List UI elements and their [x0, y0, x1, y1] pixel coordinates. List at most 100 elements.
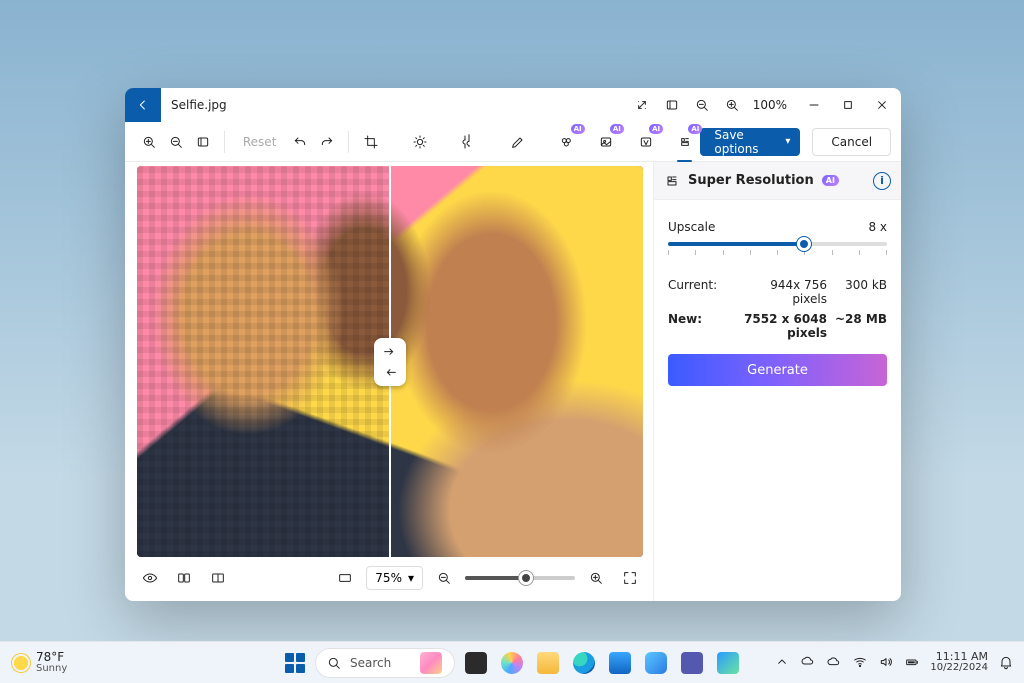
zoom-percent: 100%: [747, 98, 793, 112]
upscale-value: 8 x: [868, 220, 887, 234]
upscale-control: Upscale 8 x: [668, 220, 887, 256]
store-icon[interactable]: [605, 648, 635, 678]
current-size: 300 kB: [835, 278, 887, 306]
erase-tool[interactable]: AI: [556, 128, 579, 156]
visibility-icon[interactable]: [137, 565, 163, 591]
slider-ticks: [668, 250, 887, 256]
ai-badge: AI: [610, 124, 624, 134]
super-resolution-panel: Super Resolution AI i Upscale 8 x: [653, 162, 901, 601]
file-name: Selfie.jpg: [171, 98, 227, 112]
info-icon[interactable]: i: [873, 172, 891, 190]
app-icon[interactable]: [641, 648, 671, 678]
markup-tool[interactable]: [507, 128, 530, 156]
system-tray: 11:11 AM 10/22/2024: [774, 651, 1024, 673]
copilot-icon[interactable]: [497, 648, 527, 678]
image-canvas[interactable]: [137, 166, 643, 557]
expand-diagonal-icon[interactable]: [627, 90, 657, 120]
file-explorer-icon[interactable]: [533, 648, 563, 678]
editor-body: 75% ▾ Super Resolution AI i: [125, 162, 901, 601]
zoom-in-icon[interactable]: [717, 90, 747, 120]
zoom-slider[interactable]: [465, 576, 575, 580]
ai-badge: AI: [649, 124, 663, 134]
new-size: ~28 MB: [835, 312, 887, 340]
taskbar: 78°F Sunny Search 11:11 AM 10/22/2024: [0, 641, 1024, 683]
upscale-label: Upscale: [668, 220, 715, 234]
panel-header: Super Resolution AI i: [654, 162, 901, 200]
zoom-out-tool[interactable]: [164, 128, 187, 156]
undo-icon[interactable]: [288, 128, 311, 156]
panel-title: Super Resolution: [688, 173, 814, 188]
filter-tool[interactable]: [457, 128, 480, 156]
ai-badge: AI: [822, 175, 839, 186]
photos-app-icon[interactable]: [713, 648, 743, 678]
battery-icon[interactable]: [904, 654, 920, 670]
sun-icon: [12, 654, 30, 672]
upscale-slider[interactable]: [668, 242, 887, 246]
clock-date: 10/22/2024: [930, 663, 988, 674]
onedrive-icon[interactable]: [800, 654, 816, 670]
window-maximize[interactable]: [831, 90, 865, 120]
compare-handle[interactable]: [374, 338, 406, 386]
zoom-in-tool[interactable]: [137, 128, 160, 156]
before-pixelated-half: [137, 166, 390, 557]
zoom-dropdown[interactable]: 75% ▾: [366, 566, 423, 590]
save-options-button[interactable]: Save options ▾: [700, 128, 800, 156]
notifications-icon[interactable]: [998, 654, 1014, 670]
weather-widget[interactable]: 78°F Sunny: [0, 651, 67, 674]
new-label: New:: [668, 312, 728, 340]
window-close[interactable]: [865, 90, 899, 120]
edge-icon[interactable]: [569, 648, 599, 678]
edit-toolbar: Reset AI AI AI AI Save options ▾ Cancel: [125, 122, 901, 162]
search-icon: [326, 655, 342, 671]
weather-temp: 78°F: [36, 651, 67, 664]
super-resolution-tool[interactable]: AI: [673, 128, 696, 156]
zoom-out-icon[interactable]: [687, 90, 717, 120]
chevron-down-icon: ▾: [785, 136, 790, 147]
new-pixels: 7552 x 6048 pixels: [736, 312, 827, 340]
cancel-button[interactable]: Cancel: [812, 128, 891, 156]
background-tool[interactable]: AI: [595, 128, 618, 156]
save-options-label: Save options: [714, 128, 775, 156]
titlebar: Selfie.jpg 100%: [125, 88, 901, 122]
volume-icon[interactable]: [878, 654, 894, 670]
generate-button[interactable]: Generate: [668, 354, 887, 386]
taskbar-search[interactable]: Search: [315, 648, 455, 678]
weather-desc: Sunny: [36, 664, 67, 675]
fit-screen-icon[interactable]: [657, 90, 687, 120]
panel-body: Upscale 8 x Current: 944x 756 pixels 300…: [654, 200, 901, 400]
adjust-tool[interactable]: [408, 128, 431, 156]
ai-badge: AI: [688, 124, 702, 134]
zoom-out-bottom[interactable]: [431, 565, 457, 591]
retouch-tool[interactable]: AI: [634, 128, 657, 156]
compare-icon[interactable]: [171, 565, 197, 591]
crop-tool[interactable]: [359, 128, 382, 156]
aspect-icon[interactable]: [332, 565, 358, 591]
canvas-bottombar: 75% ▾: [137, 557, 643, 593]
split-view-icon[interactable]: [205, 565, 231, 591]
dimension-info: Current: 944x 756 pixels 300 kB New: 755…: [668, 278, 887, 340]
window-minimize[interactable]: [797, 90, 831, 120]
start-button[interactable]: [281, 649, 309, 677]
reset-button[interactable]: Reset: [235, 128, 285, 156]
chevron-down-icon: ▾: [408, 571, 414, 585]
fullscreen-icon[interactable]: [617, 565, 643, 591]
search-highlight-icon: [420, 652, 442, 674]
super-resolution-icon: [664, 173, 680, 189]
cloud-icon[interactable]: [826, 654, 842, 670]
back-button[interactable]: [125, 88, 161, 122]
zoom-in-bottom[interactable]: [583, 565, 609, 591]
teams-icon[interactable]: [677, 648, 707, 678]
current-label: Current:: [668, 278, 728, 306]
search-placeholder: Search: [350, 656, 391, 670]
current-pixels: 944x 756 pixels: [736, 278, 827, 306]
redo-icon[interactable]: [315, 128, 338, 156]
clock[interactable]: 11:11 AM 10/22/2024: [930, 651, 988, 673]
tray-chevron-icon[interactable]: [774, 654, 790, 670]
photos-edit-window: Selfie.jpg 100% Reset AI AI A: [125, 88, 901, 601]
wifi-icon[interactable]: [852, 654, 868, 670]
canvas-column: 75% ▾: [125, 162, 653, 601]
task-view-icon[interactable]: [461, 648, 491, 678]
ai-badge: AI: [571, 124, 585, 134]
taskbar-center: Search: [281, 648, 743, 678]
fit-tool[interactable]: [191, 128, 214, 156]
